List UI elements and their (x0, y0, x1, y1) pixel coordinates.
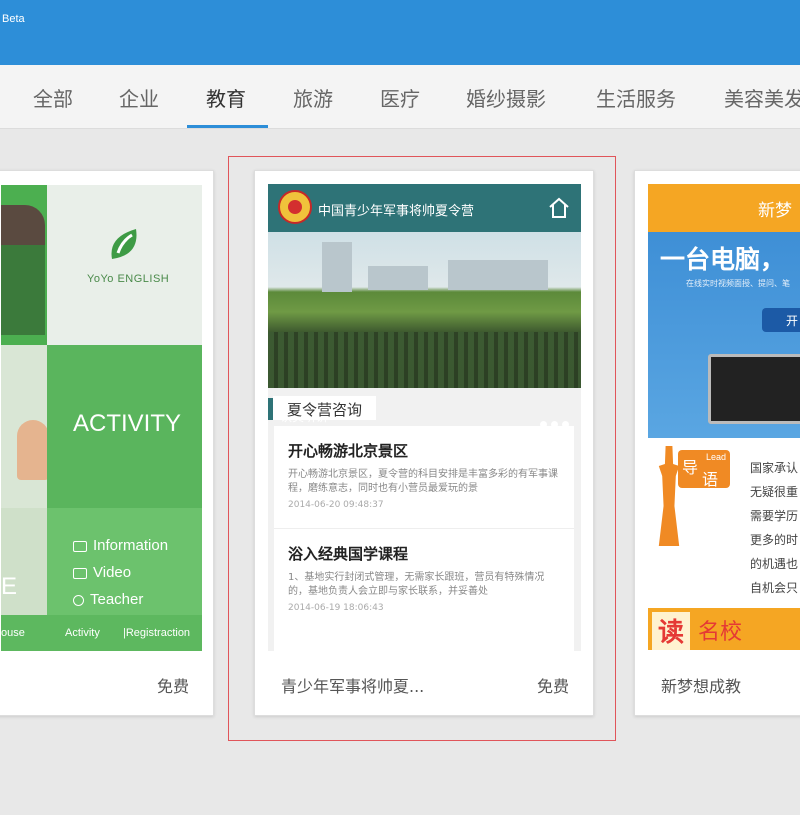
emblem-icon (278, 190, 312, 224)
tab-wedding-photography[interactable]: 婚纱摄影 (466, 83, 546, 112)
template-card-new-dream-education[interactable]: 新梦 一台电脑， 在线实时视频面授、提问、笔 开 导 Lead 语 国家承认 无… (634, 170, 800, 716)
tab-enterprise[interactable]: 企业 (119, 83, 159, 112)
template-preview: 新梦 一台电脑， 在线实时视频面授、提问、笔 开 导 Lead 语 国家承认 无… (648, 184, 800, 650)
activity-banner: ACTIVITY (73, 410, 182, 437)
section-header: 夏令营咨询 (268, 396, 581, 420)
laptop-image (708, 354, 800, 424)
logo-text: YoYo ENGLISH (87, 273, 170, 285)
tab-all[interactable]: 全部 (33, 83, 73, 112)
template-card-military-camp[interactable]: 中国青少年军事将帅夏令营 认真听讲 夏令营咨询 开心畅游北京景 (254, 170, 594, 716)
card-title: 青少年军事将帅夏... (281, 677, 425, 696)
template-preview: 中国青少年军事将帅夏令营 认真听讲 夏令营咨询 开心畅游北京景 (268, 184, 581, 651)
lead-badge: 导 Lead 语 (678, 450, 730, 489)
preview-button: 开 (762, 308, 800, 332)
preview-headline: 一台电脑， (660, 245, 786, 274)
active-tab-indicator (187, 125, 268, 128)
preview-text: 国家承认 无疑很重 需要学历 更多的时 的机遇也 自机会只 (750, 461, 799, 595)
news-item: 浴入经典国学课程 1、基地实行封闭式管理，无需家长跟班，营员有特殊情况的，基地负… (274, 528, 574, 651)
news-item: 开心畅游北京景区 开心畅游北京景区，夏令营的科目安排是丰富多彩的有军事课程，磨练… (274, 426, 574, 528)
card-footer: 青少年军事将帅夏... 免费 (255, 649, 593, 715)
news-date: 2014-06-19 18:06:43 (288, 603, 384, 613)
tab-beauty-salon[interactable]: 美容美发 (724, 83, 800, 112)
tab-education[interactable]: 教育 (206, 83, 246, 112)
category-tab-bar: 全部 企业 教育 旅游 医疗 婚纱摄影 生活服务 美容美发 (0, 65, 800, 129)
preview-site-title: 中国青少年军事将帅夏令营 (318, 204, 475, 219)
news-summary: 1、基地实行封闭式管理，无需家长跟班，营员有特殊情况的，基地负责人会立即与家长联… (288, 572, 545, 597)
template-card-yoyo-english[interactable]: YoYo ENGLISH ACTIVITY E Information Vide… (0, 170, 214, 716)
top-bar: Beta (0, 0, 800, 65)
news-heading: 浴入经典国学课程 (288, 545, 409, 563)
home-icon (549, 197, 569, 218)
card-footer: 免费 (0, 649, 213, 715)
preview-header: 中国青少年军事将帅夏令营 (268, 184, 581, 232)
template-gallery: YoYo ENGLISH ACTIVITY E Information Vide… (0, 130, 800, 815)
tab-medical[interactable]: 医疗 (380, 83, 420, 112)
menu-information: Information (73, 537, 168, 554)
training-photo: 认真听讲 (268, 232, 581, 428)
card-price: 免费 (156, 677, 189, 696)
monitor-icon (73, 567, 87, 579)
yoyo-leaf-logo-icon (111, 229, 137, 259)
beta-badge: Beta (2, 13, 25, 25)
template-preview: YoYo ENGLISH ACTIVITY E Information Vide… (1, 185, 202, 651)
card-title: 新梦想成教 (661, 677, 742, 696)
news-heading: 开心畅游北京景区 (288, 442, 409, 460)
folder-icon (73, 540, 87, 552)
tab-life-services[interactable]: 生活服务 (596, 83, 676, 112)
menu-teacher: Teacher (73, 591, 143, 608)
person-photo (1, 205, 45, 335)
news-date: 2014-06-20 09:48:37 (288, 500, 384, 510)
tab-travel[interactable]: 旅游 (293, 83, 333, 112)
card-price: 免费 (536, 677, 569, 696)
person-icon (73, 594, 84, 606)
news-summary: 开心畅游北京景区，夏令营的科目安排是丰富多彩的有军事课程，磨练意志，同时也有小营… (288, 469, 558, 494)
partial-letter: E (1, 573, 18, 600)
preview-bottom-nav: ouse Activity |Registraction (1, 615, 202, 651)
card-footer: 新梦想成教 (635, 649, 800, 715)
child-photo (17, 420, 49, 480)
section-label: 夏令营咨询 (273, 396, 377, 420)
menu-video: Video (73, 564, 131, 581)
